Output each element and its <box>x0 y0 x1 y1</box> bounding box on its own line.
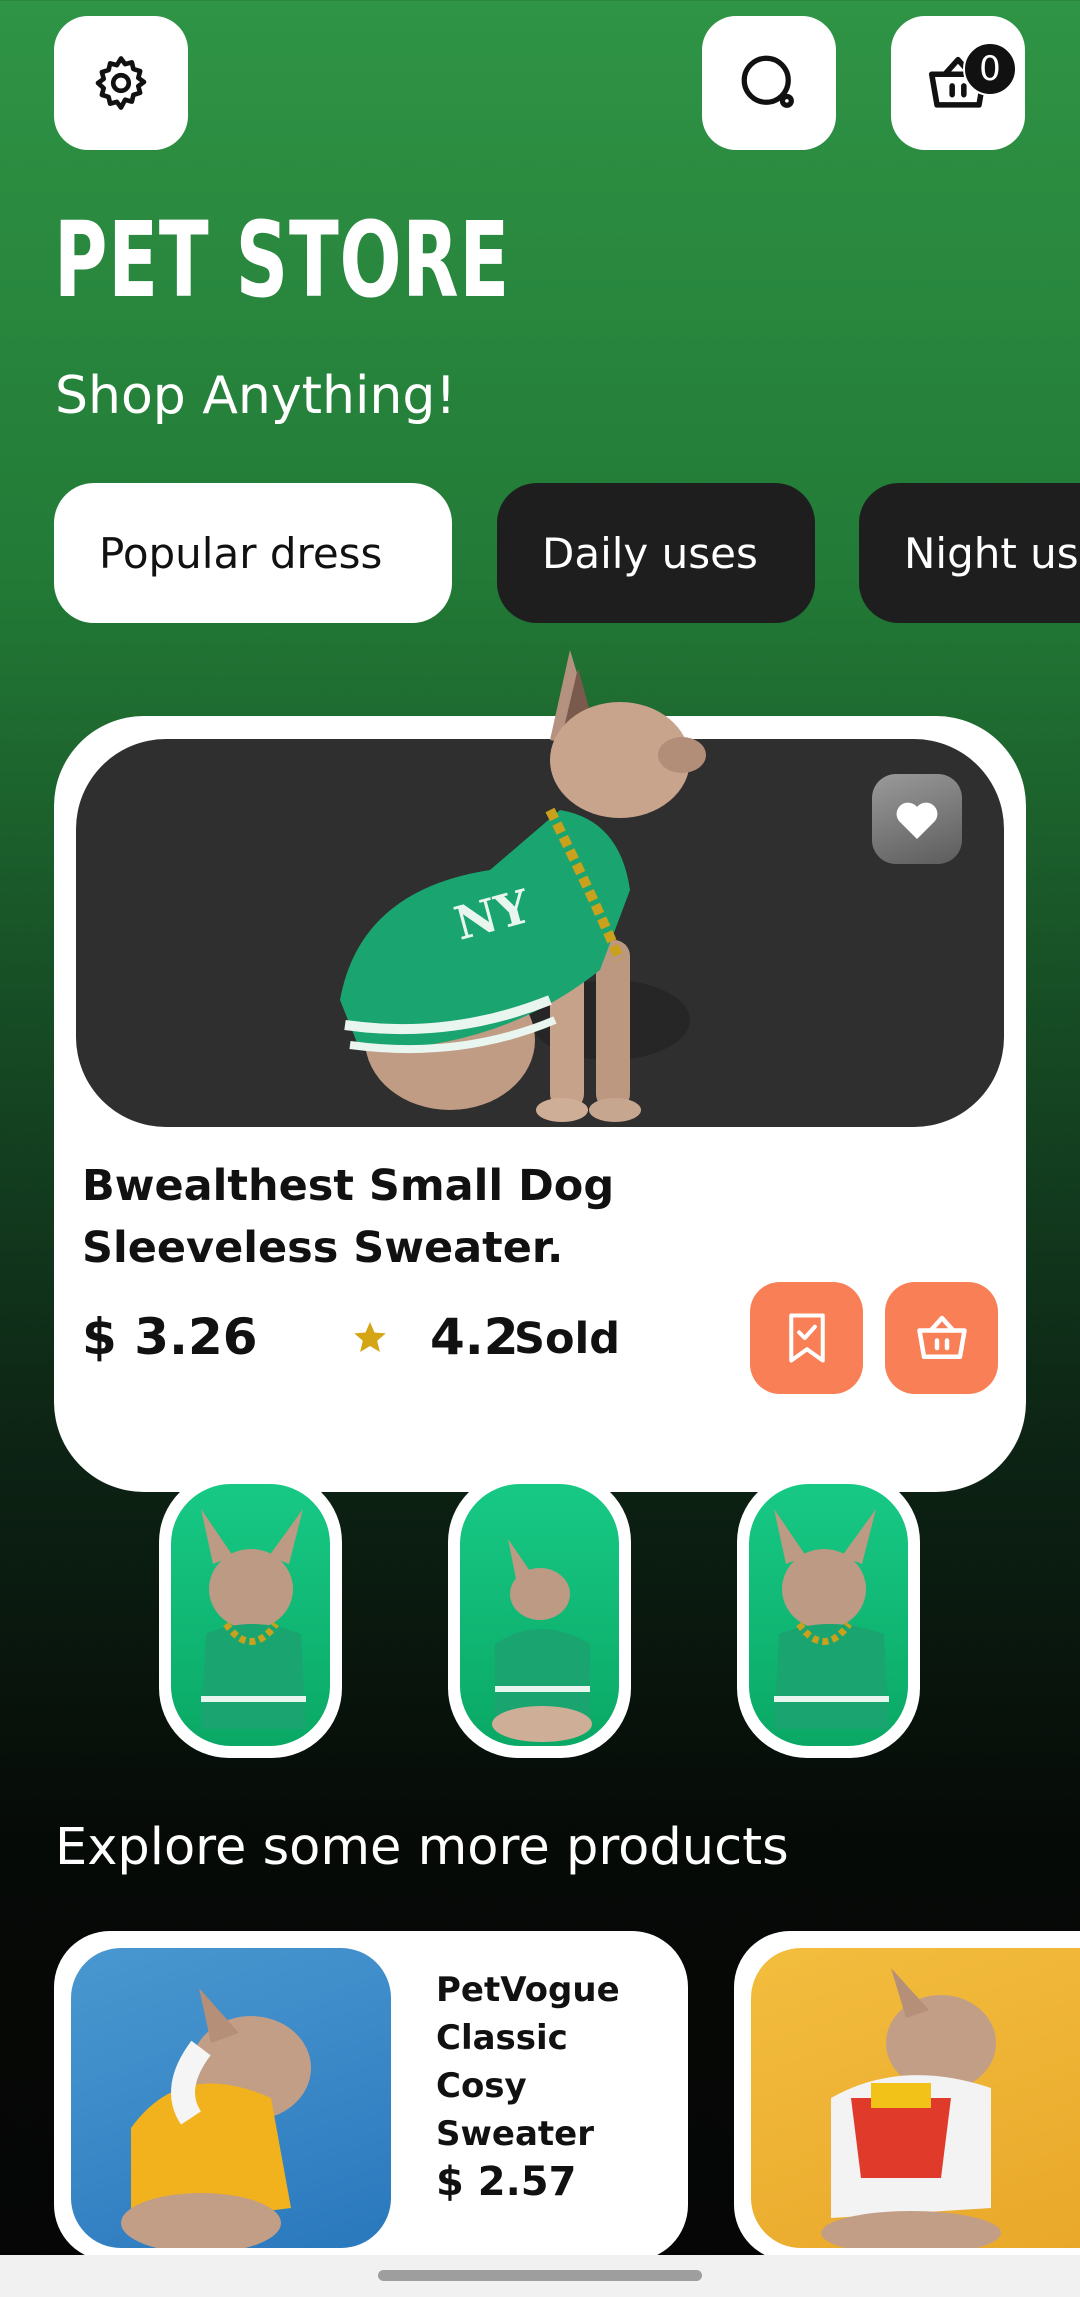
featured-product-name-line2: Sleeveless Sweater. <box>82 1223 564 1273</box>
gear-icon <box>95 56 147 110</box>
cart-count-badge: 0 <box>963 42 1017 96</box>
bookmark-check-icon <box>788 1313 825 1363</box>
product-image <box>71 1948 391 2248</box>
thumbnail-image <box>171 1484 330 1746</box>
product-card[interactable] <box>734 1931 1080 2261</box>
thumbnail-image <box>460 1484 619 1746</box>
chip-label: Night us <box>904 528 1079 578</box>
page-subtitle: Shop Anything! <box>55 366 457 426</box>
thumbnail-2[interactable] <box>448 1472 631 1758</box>
product-name: PetVogue Classic Cosy Sweater <box>436 1966 636 2158</box>
featured-product-rating: 4.2 <box>352 1308 519 1366</box>
chip-label: Daily uses <box>542 528 758 578</box>
product-price: $ 2.57 <box>436 2159 577 2205</box>
product-name-line: Sweater <box>436 2114 594 2154</box>
home-indicator[interactable] <box>378 2270 702 2281</box>
product-name-line: PetVogue <box>436 1970 620 2010</box>
cart-button[interactable]: 0 <box>891 16 1025 150</box>
featured-product-name-line1: Bwealthest Small Dog <box>82 1161 615 1211</box>
product-image <box>751 1948 1080 2248</box>
bookmark-button[interactable] <box>750 1282 863 1394</box>
heart-icon <box>896 802 938 839</box>
search-icon <box>741 55 794 108</box>
chip-label: Popular dress <box>99 528 383 578</box>
add-to-cart-button[interactable] <box>885 1282 998 1394</box>
featured-product-name: Bwealthest Small Dog Sleeveless Sweater. <box>82 1155 642 1279</box>
search-button[interactable] <box>702 16 836 150</box>
sold-label: Sold <box>514 1314 621 1364</box>
thumbnail-3[interactable] <box>737 1472 920 1758</box>
thumbnail-image <box>749 1484 908 1746</box>
category-chip-daily-uses[interactable]: Daily uses <box>497 483 815 623</box>
featured-product-price: $ 3.26 <box>82 1308 258 1366</box>
thumbnail-1[interactable] <box>159 1472 342 1758</box>
category-chip-night-uses[interactable]: Night us <box>859 483 1080 623</box>
featured-dog-image: NY <box>340 650 706 1122</box>
cart-count: 0 <box>979 49 1001 89</box>
category-chip-popular-dress[interactable]: Popular dress <box>54 483 452 623</box>
rating-value: 4.2 <box>430 1308 519 1366</box>
product-name-line: Cosy <box>436 2066 527 2106</box>
star-icon <box>354 1322 386 1352</box>
basket-icon <box>916 1315 967 1359</box>
page-title: PET STORE <box>54 199 510 321</box>
section-title: Explore some more products <box>55 1818 789 1877</box>
favorite-button[interactable] <box>872 774 962 864</box>
product-card[interactable]: PetVogue Classic Cosy Sweater $ 2.57 <box>54 1931 688 2261</box>
settings-button[interactable] <box>54 16 188 150</box>
product-name-line: Classic <box>436 2018 568 2058</box>
